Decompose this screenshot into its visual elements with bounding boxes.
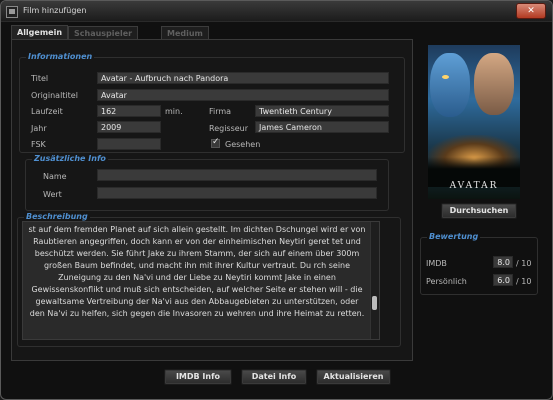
fsk-field[interactable] (97, 138, 161, 150)
beschreibung-text: st auf dem fremden Planet auf sich allei… (28, 225, 366, 318)
window-title: Film hinzufügen (23, 6, 87, 15)
laufzeit-field[interactable]: 162 (97, 105, 161, 117)
poster-title: AVATAR (449, 181, 499, 191)
aktualisieren-button[interactable]: Aktualisieren (316, 369, 391, 385)
close-button[interactable]: ✕ (516, 3, 546, 19)
app-icon (6, 6, 18, 18)
imdb-label: IMDB (426, 259, 447, 268)
add-film-dialog: Film hinzufügen ✕ Allgemein Schauspieler… (0, 0, 553, 400)
regisseur-field[interactable]: James Cameron (255, 121, 389, 133)
beschreibung-textarea[interactable]: st auf dem fremden Planet auf sich allei… (22, 221, 380, 340)
persoenlich-max: / 10 (516, 277, 532, 286)
jahr-label: Jahr (31, 124, 47, 133)
persoenlich-rating-field[interactable]: 6.0 (493, 274, 513, 286)
extra-info-group: Zusätzliche Info (25, 154, 389, 211)
imdb-info-button[interactable]: IMDB Info (164, 369, 232, 385)
gesehen-label: Gesehen (225, 140, 261, 149)
persoenlich-label: Persönlich (426, 277, 467, 286)
close-icon: ✕ (527, 6, 535, 16)
laufzeit-label: Laufzeit (31, 107, 63, 116)
poster-eye (442, 75, 449, 79)
jahr-field[interactable]: 2009 (97, 121, 161, 133)
datei-info-button[interactable]: Datei Info (241, 369, 307, 385)
bewertung-legend: Bewertung (427, 232, 481, 241)
name-field[interactable] (97, 169, 377, 181)
regisseur-label: Regisseur (209, 124, 249, 133)
poster-human-face (474, 53, 514, 115)
tab-allgemein[interactable]: Allgemein (11, 25, 69, 40)
beschreibung-legend: Beschreibung (24, 212, 90, 221)
imdb-max: / 10 (516, 259, 532, 268)
gesehen-checkbox[interactable] (211, 137, 220, 148)
info-legend: Informationen (26, 52, 95, 61)
extra-info-legend: Zusätzliche Info (32, 154, 108, 163)
titel-label: Titel (31, 74, 49, 83)
wert-field[interactable] (97, 187, 377, 199)
originaltitel-field[interactable]: Avatar (97, 89, 389, 101)
beschreibung-scrollbar[interactable] (370, 222, 379, 339)
imdb-rating-field[interactable]: 8.0 (493, 256, 513, 268)
firma-label: Firma (209, 107, 232, 116)
tab-schauspieler-genre[interactable]: Schauspieler & Genre (68, 26, 139, 51)
fsk-label: FSK (31, 140, 46, 149)
wert-label: Wert (43, 190, 62, 199)
movie-poster: AVATAR (428, 45, 520, 199)
originaltitel-label: Originaltitel (31, 91, 78, 100)
durchsuchen-button[interactable]: Durchsuchen (441, 203, 517, 219)
firma-field[interactable]: Twentieth Century (255, 105, 389, 117)
titel-field[interactable]: Avatar - Aufbruch nach Pandora (97, 72, 389, 84)
laufzeit-unit: min. (165, 107, 183, 116)
name-label: Name (43, 172, 67, 181)
title-bar: Film hinzufügen ✕ (1, 1, 552, 22)
poster-navi-face (430, 53, 470, 117)
tab-medium[interactable]: Medium (161, 26, 209, 40)
scrollbar-thumb[interactable] (372, 296, 377, 310)
